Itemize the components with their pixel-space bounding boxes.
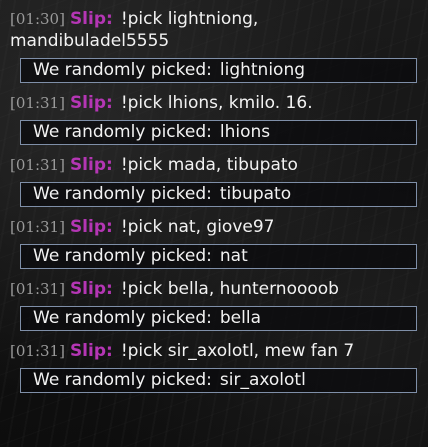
message-text: !pick mada, tibupato <box>120 155 298 175</box>
chat-message: [01:31] Slip: !pick nat, giove97 We random… <box>0 216 428 269</box>
pick-result-label: We randomly picked: <box>33 370 212 390</box>
pick-result-label: We randomly picked: <box>33 308 212 328</box>
message-line: [01:31] Slip: !pick sir_axolotl, mew fan 7 <box>10 340 422 362</box>
message-username[interactable]: Slip: <box>70 9 113 29</box>
pick-result-box: We randomly picked: tibupato <box>20 182 417 207</box>
message-line: [01:31] Slip: !pick nat, giove97 <box>10 216 422 238</box>
pick-result-box: We randomly picked: bella <box>20 306 417 331</box>
message-line: [01:31] Slip: !pick mada, tibupato <box>10 154 422 176</box>
pick-result-label: We randomly picked: <box>33 60 212 80</box>
message-timestamp: [01:30] <box>10 10 65 28</box>
message-username[interactable]: Slip: <box>70 341 113 361</box>
message-text: !pick sir_axolotl, mew fan 7 <box>120 341 355 361</box>
pick-result-value: lightniong <box>219 60 306 80</box>
pick-result-value: bella <box>219 308 261 328</box>
message-timestamp: [01:31] <box>10 156 65 174</box>
message-timestamp: [01:31] <box>10 218 65 236</box>
pick-result-box: We randomly picked: sir_axolotl <box>20 368 417 393</box>
pick-result-value: sir_axolotl <box>219 370 306 390</box>
message-line: [01:31] Slip: !pick bella, hunternoooob <box>10 278 422 300</box>
message-text: !pick nat, giove97 <box>120 217 275 237</box>
message-text: !pick lhions, kmilo. 16. <box>120 93 313 113</box>
chat-message: [01:30] Slip: !pick lightniong, mandibulad… <box>0 8 428 83</box>
chat-message: [01:31] Slip: !pick mada, tibupato We rand… <box>0 154 428 207</box>
chat-message: [01:31] Slip: !pick lhions, kmilo. 16. We … <box>0 92 428 145</box>
message-line: [01:31] Slip: !pick lhions, kmilo. 16. <box>10 92 422 114</box>
pick-result-box: We randomly picked: lhions <box>20 120 417 145</box>
message-text: !pick bella, hunternoooob <box>120 279 339 299</box>
pick-result-value: lhions <box>219 122 271 142</box>
message-username[interactable]: Slip: <box>70 155 113 175</box>
pick-result-label: We randomly picked: <box>33 246 212 266</box>
message-username[interactable]: Slip: <box>70 93 113 113</box>
pick-result-box: We randomly picked: nat <box>20 244 417 269</box>
message-timestamp: [01:31] <box>10 94 65 112</box>
chat-message: [01:31] Slip: !pick bella, hunternoooob We… <box>0 278 428 331</box>
chat-log: [01:30] Slip: !pick lightniong, mandibulad… <box>0 8 428 402</box>
pick-result-value: tibupato <box>219 184 292 204</box>
message-line: [01:30] Slip: !pick lightniong, mandibulad… <box>10 8 422 52</box>
message-username[interactable]: Slip: <box>70 279 113 299</box>
message-timestamp: [01:31] <box>10 280 65 298</box>
pick-result-box: We randomly picked: lightniong <box>20 58 417 83</box>
pick-result-label: We randomly picked: <box>33 184 212 204</box>
pick-result-value: nat <box>219 246 248 266</box>
message-username[interactable]: Slip: <box>70 217 113 237</box>
chat-message: [01:31] Slip: !pick sir_axolotl, mew fan 7… <box>0 340 428 393</box>
pick-result-label: We randomly picked: <box>33 122 212 142</box>
message-timestamp: [01:31] <box>10 342 65 360</box>
